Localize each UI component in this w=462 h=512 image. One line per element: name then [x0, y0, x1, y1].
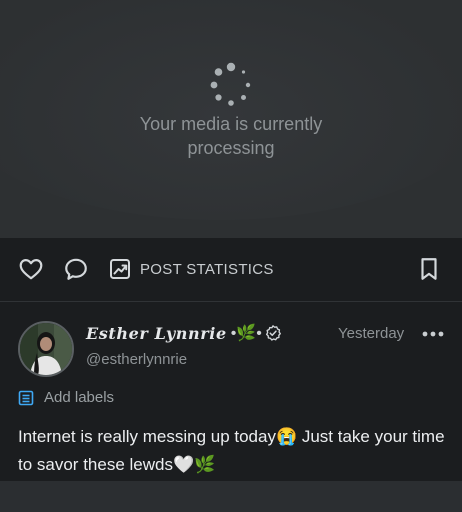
chart-trend-icon [110, 259, 130, 279]
bookmark-icon[interactable] [416, 256, 442, 282]
more-horizontal-icon[interactable] [422, 327, 444, 341]
label-list-icon [18, 390, 34, 405]
avatar-image [20, 323, 72, 375]
verified-badge-icon [265, 325, 281, 341]
author-display-name: Esther Lynnrie [86, 323, 227, 343]
processing-line-2: processing [187, 138, 275, 158]
post-action-bar: POST STATISTICS [0, 238, 462, 302]
post-text: Internet is really messing up today😭 Jus… [18, 427, 445, 474]
media-placeholder: Your media is currently processing [0, 0, 462, 238]
heart-icon[interactable] [18, 256, 44, 282]
avatar[interactable] [18, 321, 74, 377]
add-labels-button[interactable]: Add labels [18, 389, 114, 406]
post-card: Esther Lynnrie •🌿• @estherlynnrie Yester… [0, 303, 462, 481]
processing-line-1: Your media is currently [139, 114, 323, 134]
post-statistics-button[interactable]: POST STATISTICS [108, 255, 274, 283]
author-name-decoration: •🌿• [230, 325, 262, 342]
media-background [0, 0, 462, 220]
processing-message: Your media is currently processing [0, 112, 462, 160]
comment-bubble-icon[interactable] [63, 256, 89, 282]
next-post-preview [0, 481, 462, 512]
author-handle[interactable]: @estherlynnrie [86, 351, 187, 368]
author-name[interactable]: Esther Lynnrie •🌿• [86, 323, 282, 343]
post-timestamp: Yesterday [338, 325, 405, 342]
post-statistics-label: POST STATISTICS [140, 260, 274, 278]
add-labels-label: Add labels [44, 389, 115, 406]
loading-spinner-icon [210, 62, 251, 106]
